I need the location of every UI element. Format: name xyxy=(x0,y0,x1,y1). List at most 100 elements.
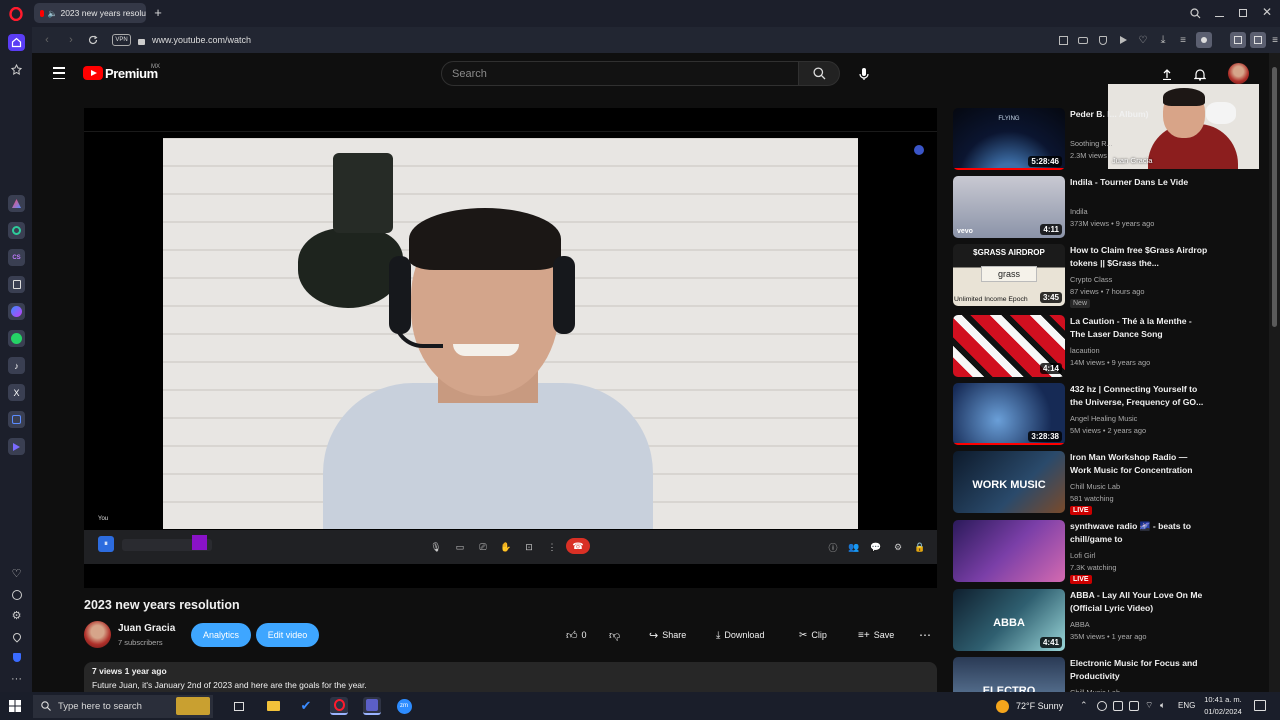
recommendation-title[interactable]: Peder B. I... Album) xyxy=(1070,108,1208,121)
camera-toggle-icon[interactable]: ▭ xyxy=(452,539,468,555)
extension-icon[interactable] xyxy=(1230,32,1246,48)
account-avatar[interactable] xyxy=(1228,63,1249,84)
more-vert-icon[interactable]: ⋮ xyxy=(544,539,560,555)
recommendation-channel[interactable]: Indila xyxy=(1070,207,1088,216)
maximize-icon[interactable] xyxy=(1236,6,1250,20)
notification-center-icon[interactable] xyxy=(1254,700,1266,711)
raise-hand-icon[interactable]: ✋ xyxy=(498,539,514,555)
video-thumbnail[interactable]: vevo 4:11 xyxy=(953,176,1065,238)
upload-icon[interactable] xyxy=(1160,67,1174,81)
recommendation-title[interactable]: Indila - Tourner Dans Le Vide xyxy=(1070,176,1208,189)
home-icon[interactable] xyxy=(8,34,25,51)
recommendation-channel[interactable]: Chill Music Lab xyxy=(1070,482,1120,491)
weather-text[interactable]: 72°F Sunny xyxy=(1016,701,1063,711)
scrollbar-thumb[interactable] xyxy=(1272,67,1277,327)
video-thumbnail[interactable]: FLYING 5:28:46 xyxy=(953,108,1065,170)
video-thumbnail[interactable]: 3:28:38 xyxy=(953,383,1065,445)
windows-start-icon[interactable] xyxy=(8,699,22,713)
recommendation-title[interactable]: How to Claim free $Grass Airdrop tokens … xyxy=(1070,244,1208,270)
captions-icon[interactable]: ⎚ xyxy=(475,539,491,555)
wifi-icon[interactable]: ⌔ xyxy=(1145,700,1153,711)
recommendation-channel[interactable]: Crypto Class xyxy=(1070,275,1112,284)
download-icon[interactable]: ⤓ xyxy=(1156,33,1170,47)
video-thumbnail[interactable]: $GRASS AIRDROP grass Unlimited Income Epoc… xyxy=(953,244,1065,306)
sidebar-toggle-icon[interactable] xyxy=(1250,32,1266,48)
close-window-icon[interactable]: ✕ xyxy=(1260,5,1274,19)
premium-logo-text[interactable]: Premium xyxy=(105,66,158,81)
shopping-bag-icon[interactable] xyxy=(8,276,25,293)
recommendation-channel[interactable]: lacaution xyxy=(1070,346,1100,355)
video-thumbnail[interactable]: WORK MUSIC xyxy=(953,451,1065,513)
more-actions-icon[interactable]: ⋯ xyxy=(919,628,931,642)
info-icon[interactable]: ⓘ xyxy=(825,539,841,555)
history-icon[interactable] xyxy=(8,586,25,603)
task-view-icon[interactable] xyxy=(230,697,248,715)
youtube-logo-icon[interactable] xyxy=(83,66,103,80)
video-thumbnail[interactable]: 4:14 xyxy=(953,315,1065,377)
recommendation-card[interactable]: WORK MUSIC Iron Man Workshop Radio — Work… xyxy=(953,451,1213,519)
like-button[interactable]: 👍︎ 0 xyxy=(566,628,587,642)
new-tab-icon[interactable]: + xyxy=(151,5,165,20)
heart-icon[interactable]: ♡ xyxy=(8,565,25,582)
camera-icon[interactable] xyxy=(1076,33,1090,47)
opera-logo-icon[interactable] xyxy=(8,6,24,22)
teams-icon[interactable] xyxy=(363,697,381,715)
recommendation-channel[interactable]: Angel Healing Music xyxy=(1070,414,1137,423)
search-tabs-icon[interactable] xyxy=(1188,6,1202,20)
more-options-icon[interactable]: ··· xyxy=(8,670,25,687)
notifications-bell-icon[interactable] xyxy=(1193,67,1207,81)
vpn-badge[interactable]: VPN xyxy=(112,34,131,46)
recommendation-title[interactable]: Electronic Music for Focus and Productiv… xyxy=(1070,657,1208,683)
recommendation-title[interactable]: ABBA - Lay All Your Love On Me (Official… xyxy=(1070,589,1208,615)
tray-icon-2[interactable] xyxy=(1113,701,1123,711)
clock-date[interactable]: 01/02/2024 xyxy=(1201,707,1245,716)
speed-dial-icon[interactable] xyxy=(8,61,25,78)
recommendation-title[interactable]: Iron Man Workshop Radio — Work Music for… xyxy=(1070,451,1208,477)
analytics-button[interactable]: Analytics xyxy=(191,623,251,647)
activities-icon[interactable]: ⚙ xyxy=(890,539,906,555)
channel-name[interactable]: Juan Gracia xyxy=(118,623,175,634)
download-button[interactable]: ⤓ Download xyxy=(716,628,764,642)
todo-check-icon[interactable]: ✔ xyxy=(297,697,315,715)
recommendation-card[interactable]: $GRASS AIRDROP grass Unlimited Income Epoc… xyxy=(953,244,1213,312)
video-thumbnail[interactable]: ABBA 4:41 xyxy=(953,589,1065,651)
play-icon[interactable] xyxy=(1116,33,1130,47)
chatgpt-icon[interactable] xyxy=(8,222,25,239)
video-thumbnail[interactable] xyxy=(953,520,1065,582)
tiktok-icon[interactable]: ♪ xyxy=(8,357,25,374)
mic-icon[interactable]: 🎙 xyxy=(428,539,444,555)
easy-setup-icon[interactable]: ≡ xyxy=(1268,33,1280,47)
chatsonic-icon[interactable]: CS xyxy=(8,249,25,266)
search-highlight-icon[interactable] xyxy=(176,697,210,715)
browser-tab-active[interactable]: 🔈 2023 new years resolu xyxy=(34,3,146,23)
speaker-icon[interactable]: 🔈 xyxy=(48,9,58,18)
video-frame[interactable] xyxy=(163,138,858,529)
people-icon[interactable]: 👥 xyxy=(846,539,862,555)
clip-button[interactable]: ✂ Clip xyxy=(799,628,827,642)
language-indicator[interactable]: ENG xyxy=(1178,701,1195,710)
zoom-icon[interactable]: zm xyxy=(395,697,413,715)
tray-icon-3[interactable] xyxy=(1129,701,1139,711)
clock-time[interactable]: 10:41 a. m. xyxy=(1201,695,1245,704)
recommendation-card[interactable]: ABBA 4:41 ABBA - Lay All Your Love On Me (… xyxy=(953,589,1213,657)
recommendation-card[interactable]: vevo 4:11 Indila - Tourner Dans Le Vide Ind… xyxy=(953,176,1213,244)
recommendation-card[interactable]: synthwave radio 🌌 - beats to chill/game … xyxy=(953,520,1213,588)
recommendation-channel[interactable]: Lofi Girl xyxy=(1070,551,1095,560)
hamburger-menu-icon[interactable] xyxy=(52,67,66,79)
forward-icon[interactable]: › xyxy=(64,33,78,47)
shield-icon[interactable] xyxy=(8,649,25,666)
whatsapp-icon[interactable] xyxy=(8,330,25,347)
vk-icon[interactable] xyxy=(8,411,25,428)
back-icon[interactable]: ‹ xyxy=(40,33,54,47)
recommendation-title[interactable]: 432 hz | Connecting Yourself to the Univ… xyxy=(1070,383,1208,409)
microphone-icon[interactable] xyxy=(857,66,871,82)
heart-outline-icon[interactable]: ♡ xyxy=(1136,33,1150,47)
present-icon[interactable]: ⊡ xyxy=(521,539,537,555)
search-input[interactable]: Search xyxy=(441,61,799,86)
profile-icon[interactable] xyxy=(1196,32,1212,48)
aria-icon[interactable] xyxy=(8,195,25,212)
minimize-icon[interactable] xyxy=(1212,6,1226,20)
thumbs-down-icon[interactable]: 👎︎ xyxy=(609,628,620,642)
share-button[interactable]: ↪ Share xyxy=(649,628,686,642)
recommendation-channel[interactable]: ABBA xyxy=(1070,620,1090,629)
